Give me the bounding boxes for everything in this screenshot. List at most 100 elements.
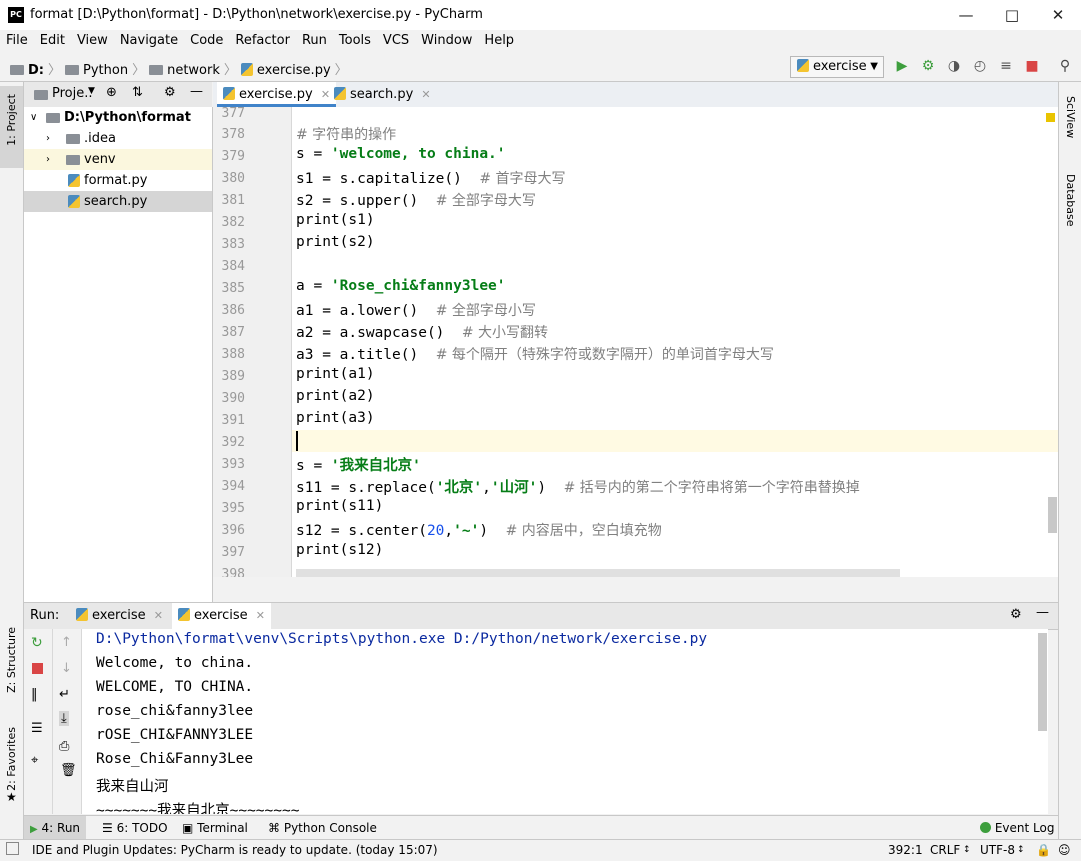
arrow-up-icon[interactable]: ↑ [61, 635, 72, 650]
run-toolbar: ↻ ‖ ☰ ⌖ [24, 629, 53, 814]
menu-edit[interactable]: Edit [34, 30, 71, 52]
run-icon[interactable]: ▶ [894, 58, 910, 74]
debug-icon[interactable]: ⚙ [920, 58, 936, 74]
profile-icon[interactable]: ◴ [972, 58, 988, 74]
sciview-tool-tab[interactable]: SciView [1064, 96, 1077, 138]
console-output[interactable]: D:\Python\format\venv\Scripts\python.exe… [82, 629, 1048, 814]
code-line-389: print(a1) [296, 366, 375, 382]
stop-icon[interactable] [32, 663, 43, 674]
trash-icon[interactable]: 🗑 [60, 763, 77, 778]
scroll-to-end-icon[interactable]: ⤓ [59, 711, 69, 726]
search-icon[interactable]: ⚲ [1057, 58, 1073, 74]
event-log-tool-tab[interactable]: Event Log [980, 816, 1054, 840]
menu-vcs[interactable]: VCS [377, 30, 415, 52]
lock-icon[interactable]: 🔒 [1036, 840, 1051, 860]
breadcrumb-network[interactable]: network [167, 63, 220, 78]
menu-refactor[interactable]: Refactor [229, 30, 296, 52]
collapse-icon[interactable]: ⇅ [132, 85, 143, 100]
tab-search-py[interactable]: search.py ✕ [328, 82, 437, 107]
run-tool-tab[interactable]: ▶ 4: Run [24, 816, 87, 840]
code-line-380: s1 = s.capitalize() # 首字母大写 [296, 171, 566, 187]
close-tab-icon[interactable]: ✕ [154, 609, 163, 622]
gear-icon[interactable]: ⚙ [1010, 607, 1022, 622]
status-message[interactable]: IDE and Plugin Updates: PyCharm is ready… [32, 840, 438, 860]
concurrency-icon[interactable]: ≡ [998, 58, 1014, 74]
stop-icon[interactable]: ■ [1024, 58, 1040, 74]
pin-icon[interactable]: ⌖ [31, 753, 38, 768]
tree-item-search-py[interactable]: search.py [24, 191, 212, 212]
vertical-scrollbar-thumb[interactable] [1048, 497, 1057, 533]
hide-panel-icon[interactable]: — [1036, 605, 1049, 620]
pause-icon[interactable]: ‖ [31, 687, 38, 702]
inspector-icon[interactable]: ☺ [1058, 840, 1071, 860]
menu-view[interactable]: View [71, 30, 114, 52]
folder-icon [66, 134, 80, 144]
line-number: 393 [221, 457, 245, 472]
caret-position[interactable]: 392:1 [888, 840, 923, 860]
layout-icon[interactable]: ☰ [31, 721, 43, 736]
close-tab-icon[interactable]: ✕ [256, 609, 265, 622]
console-line: ~~~~~~~我来自北京~~~~~~~~ [96, 803, 300, 814]
tab-exercise-py[interactable]: exercise.py ✕ [217, 82, 337, 107]
print-icon[interactable]: ⎙ [59, 739, 69, 754]
menu-window[interactable]: Window [415, 30, 478, 52]
run-tab-exercise-1[interactable]: exercise ✕ [70, 603, 169, 629]
line-number: 390 [221, 391, 245, 406]
soft-wrap-icon[interactable]: ↵ [59, 687, 70, 702]
line-separator[interactable]: CRLF [930, 840, 960, 860]
tree-item-venv[interactable]: › venv [24, 149, 212, 170]
run-tab-exercise-2[interactable]: exercise ✕ [172, 603, 272, 629]
database-tool-tab[interactable]: Database [1064, 174, 1077, 227]
menu-file[interactable]: File [0, 30, 34, 52]
horizontal-scrollbar[interactable] [296, 569, 900, 577]
todo-tool-tab[interactable]: ☰ 6: TODO [102, 816, 168, 840]
code-line-391: print(a3) [296, 410, 375, 426]
tree-item-root[interactable]: ∨ D:\Python\format [24, 107, 212, 128]
tree-item-format-py[interactable]: format.py [24, 170, 212, 191]
close-tab-icon[interactable]: ✕ [421, 88, 430, 101]
inspection-status-icon[interactable] [1046, 113, 1055, 122]
python-console-icon: ⌘ [268, 821, 280, 835]
file-encoding[interactable]: UTF-8 [980, 840, 1015, 860]
code-line-381: s2 = s.upper() # 全部字母大写 [296, 193, 536, 209]
rerun-icon[interactable]: ↻ [31, 635, 43, 651]
breadcrumb-file[interactable]: exercise.py [257, 63, 331, 78]
terminal-tool-tab[interactable]: ▣ Terminal [182, 816, 248, 840]
menu-code[interactable]: Code [184, 30, 229, 52]
chevron-right-icon[interactable]: › [46, 128, 50, 149]
run-configuration-select[interactable]: exercise ▼ [790, 56, 884, 78]
console-scrollbar-thumb[interactable] [1038, 633, 1047, 731]
favorites-tool-tab[interactable]: 2: Favorites [5, 727, 18, 791]
tree-item-idea[interactable]: › .idea [24, 128, 212, 149]
locate-icon[interactable]: ⊕ [106, 85, 117, 100]
star-icon: ★ [6, 790, 17, 804]
project-tool-tab[interactable]: 1: Project [0, 86, 23, 168]
chevron-down-icon[interactable]: ∨ [30, 107, 37, 128]
structure-tool-tab[interactable]: Z: Structure [5, 627, 18, 693]
line-number: 384 [221, 259, 245, 274]
python-file-icon [334, 87, 346, 100]
menu-tools[interactable]: Tools [333, 30, 377, 52]
menu-navigate[interactable]: Navigate [114, 30, 184, 52]
close-icon[interactable]: ✕ [1035, 0, 1081, 30]
chevron-down-icon[interactable]: ▼ [88, 86, 95, 96]
menu-help[interactable]: Help [478, 30, 520, 52]
breadcrumb-drive[interactable]: D: [28, 63, 44, 78]
project-view-selector[interactable]: Proje.. [52, 86, 93, 101]
arrow-down-icon[interactable]: ↓ [61, 661, 72, 676]
code-editor[interactable]: # 字符串的操作 s = 'welcome, to china.' s1 = s… [292, 107, 1058, 577]
chevron-down-icon: ↕ [1017, 845, 1025, 855]
gear-icon[interactable]: ⚙ [164, 85, 176, 100]
minimize-icon[interactable]: — [943, 0, 989, 30]
maximize-icon[interactable]: □ [989, 0, 1035, 30]
breadcrumb-python[interactable]: Python [83, 63, 128, 78]
text-caret [296, 431, 298, 451]
coverage-icon[interactable]: ◑ [946, 58, 962, 74]
status-toggle-icon[interactable] [6, 842, 19, 855]
code-line-388: a3 = a.title() # 每个隔开（特殊字符或数字隔开）的单词首字母大写 [296, 347, 774, 363]
tab-label: search.py [350, 87, 414, 102]
python-console-tool-tab[interactable]: ⌘ Python Console [268, 816, 377, 840]
chevron-right-icon[interactable]: › [46, 149, 50, 170]
hide-panel-icon[interactable]: — [190, 84, 203, 99]
menu-run[interactable]: Run [296, 30, 333, 52]
